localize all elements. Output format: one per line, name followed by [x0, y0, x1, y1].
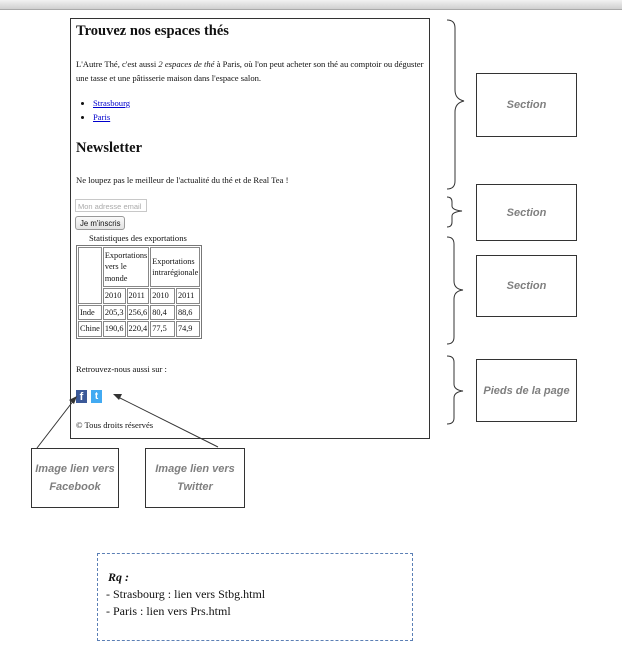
twitter-label: Image lien vers Twitter [145, 448, 245, 508]
note-line-strasbourg: - Strasbourg : lien vers Stbg.html [106, 587, 266, 601]
brace-section-2 [446, 196, 463, 228]
arrow-line-twitter [117, 396, 219, 448]
note-title: Rq : [108, 570, 129, 584]
section-label-3: Section [476, 255, 577, 317]
brace-section-3 [446, 236, 464, 345]
brace-footer [446, 355, 464, 425]
brace-section-1 [446, 19, 465, 190]
arrow-line-facebook [36, 399, 75, 449]
note-line-paris: - Paris : lien vers Prs.html [106, 604, 231, 618]
footer-label: Pieds de la page [476, 359, 577, 422]
arrow-head-twitter [113, 394, 122, 400]
section-label-2: Section [476, 184, 577, 241]
note-box: Rq : - Strasbourg : lien vers Stbg.html … [97, 553, 413, 641]
section-label-1: Section [476, 73, 577, 137]
facebook-label: Image lien vers Facebook [31, 448, 119, 508]
arrow-head-facebook [69, 396, 77, 404]
